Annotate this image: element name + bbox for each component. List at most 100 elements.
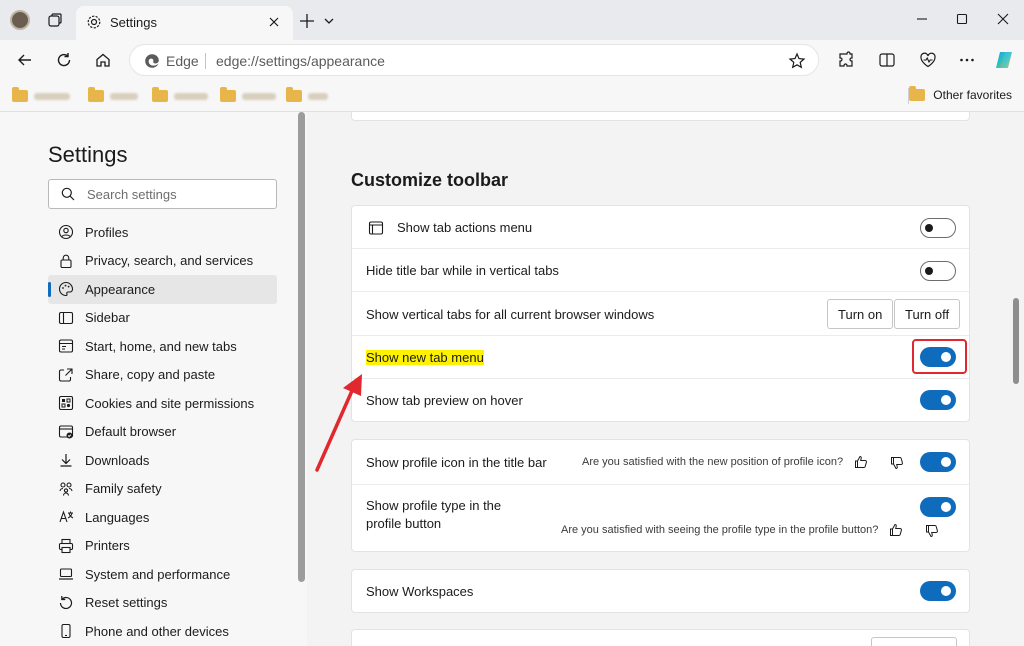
sidebar-item-appearance[interactable]: Appearance [48,275,277,304]
search-box[interactable] [48,179,277,209]
url-text[interactable]: edge://settings/appearance [216,53,385,69]
browser-essentials-button[interactable] [917,49,939,71]
favorite-folder[interactable] [286,87,328,104]
profile-icon-toggle[interactable] [920,452,956,472]
favorite-folder[interactable] [12,87,70,104]
sidebar-item-label: Default browser [85,424,177,440]
minimize-icon [917,18,927,20]
thumbs-up-icon[interactable] [889,523,903,537]
sidebar-item-label: Share, copy and paste [85,367,216,383]
workspaces-toggle[interactable] [920,581,956,601]
more-dots-icon [960,58,974,62]
favorite-star-icon[interactable] [788,52,806,70]
annotation-highlight-box [912,339,967,374]
sidebar-item-system[interactable]: System and performance [48,560,277,589]
sidebar-item-cookies[interactable]: Cookies and site permissions [48,389,277,418]
sidebar-item-label: Phone and other devices [85,623,229,639]
default-browser-icon [58,424,74,440]
sidebar-item-downloads[interactable]: Downloads [48,446,277,475]
copilot-button[interactable] [993,49,1015,71]
maximize-button[interactable] [951,8,973,30]
thumbs-down-icon[interactable] [890,456,904,470]
tab-settings[interactable]: Settings [76,6,293,40]
tab-close-button[interactable] [265,13,283,31]
folder-icon [286,87,302,102]
refresh-icon [57,53,71,67]
sidebar-icon [58,310,74,326]
sidebar-item-label: Privacy, search, and services [85,253,254,269]
turn-off-button[interactable]: Turn off [894,299,961,329]
blurred-label [34,92,70,100]
row-label: Show profile type in the [366,498,502,513]
title-bar: Settings [0,0,1024,40]
settings-title: Settings [48,142,128,167]
sidebar-item-share[interactable]: Share, copy and paste [48,361,277,390]
refresh-button[interactable] [53,49,75,71]
tab-dropdown-icon[interactable] [323,16,335,26]
row-label: Show Workspaces [366,584,474,599]
sidebar-item-printers[interactable]: Printers [48,532,277,561]
partial-button[interactable] [871,637,957,646]
next-section-card [351,629,970,646]
other-favorites[interactable]: Other favorites [909,86,1012,102]
sidebar-item-profiles[interactable]: Profiles [48,218,277,247]
blurred-label [110,92,138,100]
copilot-icon [996,52,1012,68]
row-label: Show vertical tabs for all current brows… [366,307,655,322]
sidebar-scrollbar[interactable] [298,112,305,582]
lock-icon [58,253,74,269]
extensions-button[interactable] [835,49,857,71]
address-bar[interactable]: Edge edge://settings/appearance [129,44,819,76]
favorite-folder[interactable] [152,87,208,104]
tab-actions-icon [368,221,384,235]
workspaces-card: Show Workspaces [351,569,970,613]
sidebar-item-privacy[interactable]: Privacy, search, and services [48,247,277,276]
workspaces-icon[interactable] [47,12,63,28]
profile-avatar[interactable] [10,10,30,30]
folder-icon [88,87,104,102]
search-input[interactable] [87,184,267,204]
printer-icon [58,538,74,554]
search-icon [61,187,75,201]
favorites-bar: Other favorites [0,80,1024,112]
home-button[interactable] [92,49,114,71]
settings-content: Customize toolbar Show tab actions menu … [307,112,1024,646]
hide-title-bar-toggle[interactable] [920,261,956,281]
sidebar-item-languages[interactable]: Languages [48,503,277,532]
turn-on-button[interactable]: Turn on [827,299,894,329]
thumbs-down-icon[interactable] [925,524,939,538]
sidebar-item-start-home[interactable]: Start, home, and new tabs [48,332,277,361]
close-window-button[interactable] [992,8,1014,30]
sidebar-item-label: Cookies and site permissions [85,395,255,411]
split-screen-button[interactable] [876,49,898,71]
tab-title: Settings [110,15,157,30]
close-icon [269,17,279,27]
profile-type-toggle[interactable] [920,497,956,517]
sidebar-item-label: Printers [85,538,130,554]
sidebar-item-phone[interactable]: Phone and other devices [48,617,277,646]
new-tab-button[interactable] [298,12,316,30]
home-tabs-icon [58,338,74,354]
thumbs-up-icon[interactable] [854,455,868,469]
favorite-folder[interactable] [220,87,276,104]
sidebar-item-label: Start, home, and new tabs [85,338,237,354]
browser-label: Edge [166,53,199,69]
sidebar-item-label: Downloads [85,452,150,468]
sidebar-item-default-browser[interactable]: Default browser [48,418,277,447]
tab-actions-toggle[interactable] [920,218,956,238]
favorite-folder[interactable] [88,87,138,104]
minimize-button[interactable] [911,8,933,30]
sidebar-item-label: Reset settings [85,595,168,611]
more-menu-button[interactable] [956,49,978,71]
previous-section-card [351,112,970,121]
sidebar-item-family-safety[interactable]: Family safety [48,475,277,504]
tab-preview-toggle[interactable] [920,390,956,410]
content-scrollbar[interactable] [1013,298,1019,384]
sidebar-item-label: System and performance [85,566,231,582]
back-button[interactable] [14,49,36,71]
sidebar-item-sidebar[interactable]: Sidebar [48,304,277,333]
profile-card: Show profile icon in the title bar Are y… [351,439,970,552]
blurred-label [308,92,328,100]
sidebar-item-reset[interactable]: Reset settings [48,589,277,618]
settings-sidebar: Settings Profiles Privacy, search, and s… [0,112,307,646]
